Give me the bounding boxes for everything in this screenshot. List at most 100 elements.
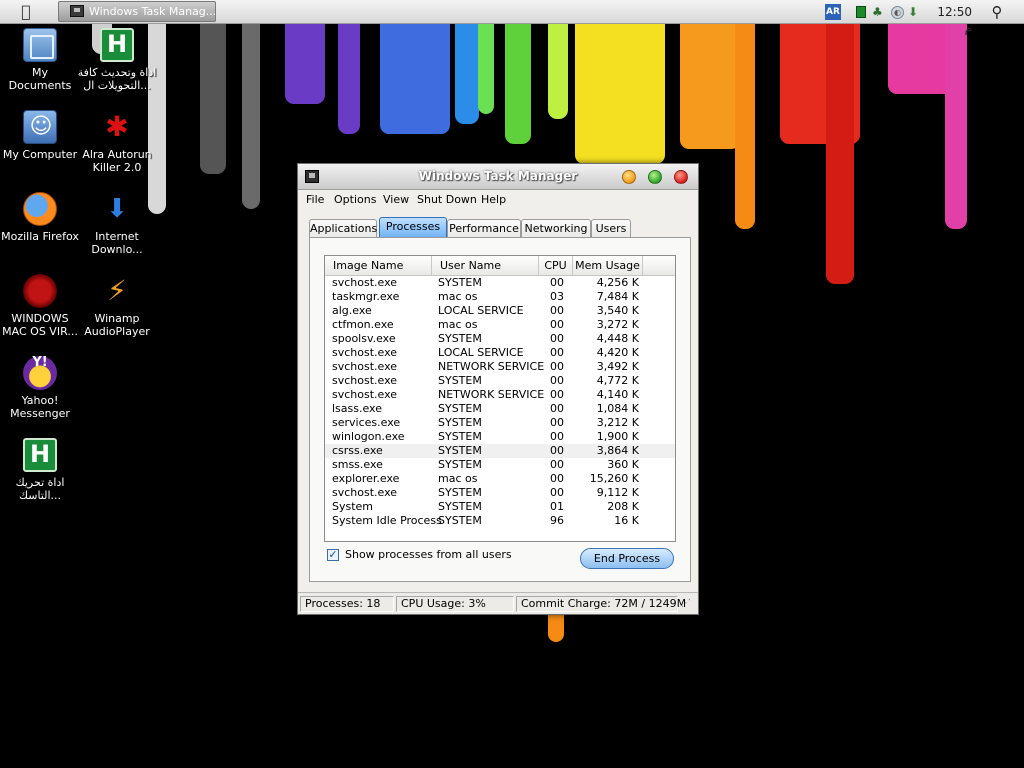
tab-performance[interactable]: Performance [447,219,521,238]
table-row[interactable]: lsass.exe SYSTEM 00 1,084 K [325,402,675,416]
volume-tray-icon[interactable]: ◐ [891,6,904,19]
status-processes: Processes: 18 [300,596,394,612]
menu-shut-down[interactable]: Shut Down [417,193,477,207]
desktop-icon-label: Winamp AudioPlayer [84,312,150,338]
taskbar-button-label: Windows Task Manag... [89,5,216,18]
column-image-name[interactable]: Image Name [325,256,432,275]
task-manager-icon [305,170,319,183]
desktop-icon-label: اداة وتحديث كافة التحويلات ال... [77,66,157,92]
process-cpu: 00 [550,318,564,331]
process-image-name: svchost.exe [332,374,398,387]
desktop-icon-label: Yahoo! Messenger [10,394,70,420]
process-image-name: svchost.exe [332,346,398,359]
top-menu-bar:  Windows Task Manag... AR ♣ ◐ ⬇ 12:50 م… [0,0,1024,35]
table-row[interactable]: csrss.exe SYSTEM 00 3,864 K [325,444,675,458]
table-row[interactable]: svchost.exe SYSTEM 00 9,112 K [325,486,675,500]
process-image-name: System [332,500,374,513]
process-cpu: 00 [550,430,564,443]
process-mem-usage: 208 K [607,500,639,513]
process-image-name: lsass.exe [332,402,382,415]
process-user-name: SYSTEM [438,514,482,527]
close-button[interactable] [674,170,688,184]
table-row[interactable]: System Idle Process SYSTEM 96 16 K [325,514,675,528]
process-mem-usage: 4,420 K [596,346,639,359]
desktop-icon-firefox[interactable]: Mozilla Firefox [0,192,80,243]
table-row[interactable]: svchost.exe NETWORK SERVICE 00 3,492 K [325,360,675,374]
column-mem-usage[interactable]: Mem Usage [573,256,643,275]
process-mem-usage: 3,540 K [596,304,639,317]
idm-icon: ⬇ [106,194,128,224]
desktop-icon-taskbar-tool[interactable]: H اداة تحريك التاسك... [0,438,80,502]
update-tray-icon[interactable]: ⬇ [908,4,922,20]
table-row[interactable]: services.exe SYSTEM 00 3,212 K [325,416,675,430]
title-bar[interactable]: Windows Task Manager [298,164,698,190]
desktop-icon-my-documents[interactable]: My Documents [0,28,80,92]
column-cpu[interactable]: CPU [539,256,573,275]
process-image-name: csrss.exe [332,444,383,457]
menu-options[interactable]: Options [334,193,376,207]
taskbar-button-task-manager[interactable]: Windows Task Manag... [58,1,216,22]
table-row[interactable]: smss.exe SYSTEM 00 360 K [325,458,675,472]
process-image-name: System Idle Process [332,514,442,527]
menu-help[interactable]: Help [481,193,506,207]
process-list[interactable]: Image Name User Name CPU Mem Usage svcho… [324,255,676,542]
desktop-icon-windows-mac-os-virus[interactable]: WINDOWS MAC OS VIR... [0,274,80,338]
green-square-tray-icon[interactable] [856,6,866,18]
desktop-icon-my-computer[interactable]: My Computer [0,110,80,161]
desktop-icon-winamp[interactable]: ⚡ Winamp AudioPlayer [77,274,157,338]
process-user-name: LOCAL SERVICE [438,346,524,359]
table-row[interactable]: winlogon.exe SYSTEM 00 1,900 K [325,430,675,444]
process-image-name: svchost.exe [332,276,398,289]
tab-networking[interactable]: Networking [521,219,591,238]
process-image-name: spoolsv.exe [332,332,396,345]
table-row[interactable]: svchost.exe SYSTEM 00 4,772 K [325,374,675,388]
minimize-button[interactable] [622,170,636,184]
process-image-name: ctfmon.exe [332,318,394,331]
maximize-button[interactable] [648,170,662,184]
apple-logo-icon[interactable]:  [16,2,36,22]
process-cpu: 00 [550,332,564,345]
search-icon[interactable]: ⚲ [988,3,1006,21]
table-row[interactable]: ctfmon.exe mac os 00 3,272 K [325,318,675,332]
process-mem-usage: 4,772 K [596,374,639,387]
language-indicator[interactable]: AR [825,4,841,20]
tab-users[interactable]: Users [591,219,631,238]
table-row[interactable]: spoolsv.exe SYSTEM 00 4,448 K [325,332,675,346]
process-mem-usage: 7,484 K [596,290,639,303]
table-row[interactable]: System SYSTEM 01 208 K [325,500,675,514]
desktop-icon-yahoo-messenger[interactable]: Y! Yahoo! Messenger [0,356,80,421]
process-image-name: explorer.exe [332,472,400,485]
desktop-icon-autorun-killer[interactable]: ✱ Alra Autorun Killer 2.0 [77,110,157,174]
h-green-icon: H [23,438,57,472]
table-row[interactable]: taskmgr.exe mac os 03 7,484 K [325,290,675,304]
process-cpu: 00 [550,458,564,471]
tab-applications[interactable]: Applications [309,219,377,238]
process-mem-usage: 1,900 K [596,430,639,443]
tab-processes[interactable]: Processes [379,217,447,239]
table-row[interactable]: svchost.exe LOCAL SERVICE 00 4,420 K [325,346,675,360]
process-mem-usage: 15,260 K [589,472,639,485]
clock[interactable]: 12:50 م [930,4,972,36]
processes-panel: Image Name User Name CPU Mem Usage svcho… [309,237,691,582]
menu-file[interactable]: File [306,193,324,207]
show-all-checkbox[interactable]: ✓ [327,549,339,561]
process-user-name: SYSTEM [438,430,482,443]
table-row[interactable]: svchost.exe SYSTEM 00 4,256 K [325,276,675,290]
menu-view[interactable]: View [383,193,409,207]
process-image-name: smss.exe [332,458,383,471]
process-cpu: 00 [550,360,564,373]
table-row[interactable]: svchost.exe NETWORK SERVICE 00 4,140 K [325,388,675,402]
network-tray-icon[interactable]: ♣ [872,4,886,20]
desktop-icon-label: Alra Autorun Killer 2.0 [82,148,152,174]
column-user-name[interactable]: User Name [432,256,539,275]
process-cpu: 01 [550,500,564,513]
desktop-icon-arabic-tool[interactable]: H اداة وتحديث كافة التحويلات ال... [77,28,157,92]
task-manager-icon [70,5,84,17]
process-user-name: NETWORK SERVICE [438,360,545,373]
table-row[interactable]: explorer.exe mac os 00 15,260 K [325,472,675,486]
resize-grip-icon[interactable]: ⋰ [681,598,695,612]
desktop-icon-internet-download-manager[interactable]: ⬇ Internet Downlo... [77,192,157,256]
end-process-button[interactable]: End Process [580,548,674,569]
table-row[interactable]: alg.exe LOCAL SERVICE 00 3,540 K [325,304,675,318]
process-image-name: winlogon.exe [332,430,405,443]
